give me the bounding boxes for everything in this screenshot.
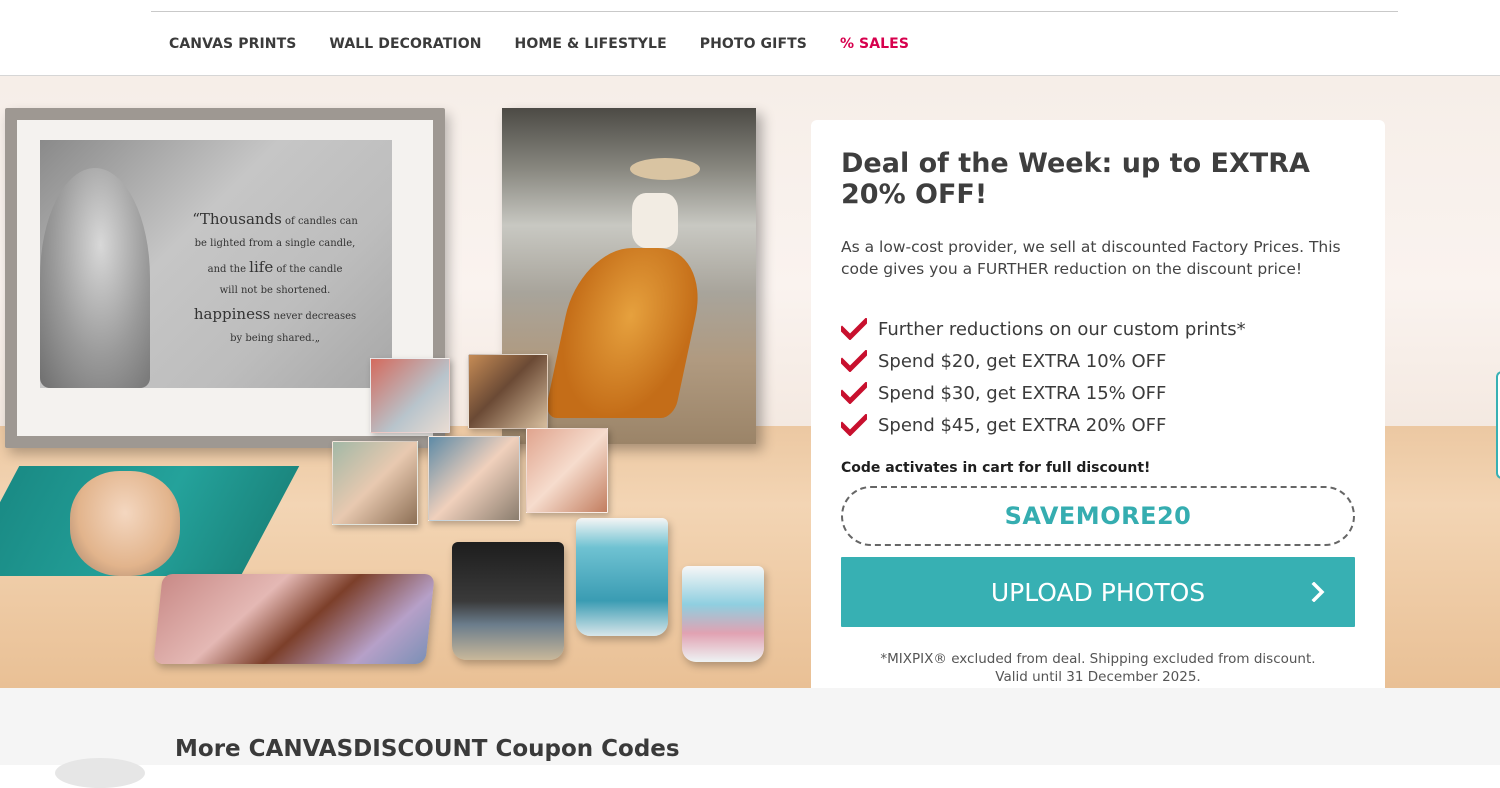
main-nav: CANVAS PRINTS WALL DECORATION HOME & LIF… bbox=[0, 12, 1500, 76]
orange-skirt-image bbox=[543, 248, 711, 418]
magic-mug-image bbox=[452, 542, 564, 660]
quote-text: “Thousands of candles can be lighted fro… bbox=[175, 205, 375, 348]
fine-print-line-1: *MIXPIX® excluded from deal. Shipping ex… bbox=[880, 651, 1316, 667]
benefits-list: Further reductions on our custom prints*… bbox=[841, 313, 1246, 441]
nav-item-sales[interactable]: % SALES bbox=[840, 36, 909, 52]
quote-line-3b: of the candle bbox=[273, 263, 343, 275]
deal-card: Deal of the Week: up to EXTRA 20% OFF! A… bbox=[811, 120, 1385, 716]
quote-line-4: will not be shortened. bbox=[219, 285, 331, 296]
photo-mousepad-image bbox=[153, 574, 435, 664]
nav-item-home-lifestyle[interactable]: HOME & LIFESTYLE bbox=[515, 36, 667, 52]
photo-mug-image bbox=[682, 566, 764, 662]
quote-word-happiness: happiness bbox=[193, 305, 271, 323]
white-top-image bbox=[632, 193, 678, 248]
photo-cube bbox=[428, 436, 520, 521]
checkmark-icon bbox=[841, 382, 867, 404]
photo-mug-image bbox=[576, 518, 668, 636]
quote-line-3a: and the bbox=[207, 263, 250, 275]
checkmark-icon bbox=[841, 318, 867, 340]
upload-photos-label: UPLOAD PHOTOS bbox=[990, 577, 1206, 607]
deal-title: Deal of the Week: up to EXTRA 20% OFF! bbox=[841, 148, 1310, 210]
photo-cube bbox=[332, 441, 418, 525]
chevron-right-icon bbox=[1311, 582, 1325, 602]
quote-line-6: by being shared.„ bbox=[230, 332, 320, 344]
upload-photos-button[interactable]: UPLOAD PHOTOS bbox=[841, 557, 1355, 627]
nav-list: CANVAS PRINTS WALL DECORATION HOME & LIF… bbox=[169, 36, 909, 52]
photo-cube bbox=[468, 354, 548, 429]
sun-hat-image bbox=[630, 158, 700, 180]
benefit-item: Spend $30, get EXTRA 15% OFF bbox=[841, 377, 1246, 409]
nav-item-photo-gifts[interactable]: PHOTO GIFTS bbox=[700, 36, 807, 52]
quote-line-5: never decreases bbox=[270, 311, 357, 322]
photo-cube bbox=[526, 428, 608, 513]
more-coupons-section: More CANVASDISCOUNT Coupon Codes bbox=[0, 688, 1500, 788]
quote-line-2: be lighted from a single candle, bbox=[194, 237, 356, 249]
photo-cube bbox=[370, 358, 450, 433]
buddha-quote-photo: “Thousands of candles can be lighted fro… bbox=[40, 140, 392, 388]
nav-item-wall-decoration[interactable]: WALL DECORATION bbox=[329, 36, 481, 52]
deal-description: As a low-cost provider, we sell at disco… bbox=[841, 238, 1341, 278]
benefit-text: Spend $45, get EXTRA 20% OFF bbox=[878, 414, 1167, 436]
quote-line-1: of candles can bbox=[281, 216, 358, 227]
buddha-statue-image bbox=[40, 168, 150, 388]
benefit-item: Further reductions on our custom prints* bbox=[841, 313, 1246, 345]
side-feedback-tab[interactable] bbox=[1496, 371, 1500, 479]
benefit-text: Spend $30, get EXTRA 15% OFF bbox=[878, 382, 1167, 404]
fine-print-line-2: Valid until 31 December 2025. bbox=[995, 669, 1201, 685]
coupon-code-box[interactable]: SAVEMORE20 bbox=[841, 486, 1355, 546]
store-logo-partial bbox=[55, 758, 145, 788]
benefit-item: Spend $20, get EXTRA 10% OFF bbox=[841, 345, 1246, 377]
benefit-item: Spend $45, get EXTRA 20% OFF bbox=[841, 409, 1246, 441]
more-coupons-title: More CANVASDISCOUNT Coupon Codes bbox=[175, 736, 680, 762]
nav-item-canvas-prints[interactable]: CANVAS PRINTS bbox=[169, 36, 296, 52]
benefit-text: Further reductions on our custom prints* bbox=[878, 318, 1246, 340]
fine-print: *MIXPIX® excluded from deal. Shipping ex… bbox=[841, 650, 1355, 686]
quote-word-thousands: “Thousands bbox=[192, 210, 282, 228]
quote-word-life: life bbox=[249, 257, 274, 276]
code-note: Code activates in cart for full discount… bbox=[841, 460, 1151, 476]
benefit-text: Spend $20, get EXTRA 10% OFF bbox=[878, 350, 1167, 372]
checkmark-icon bbox=[841, 350, 867, 372]
checkmark-icon bbox=[841, 414, 867, 436]
puzzle-child-image bbox=[70, 471, 180, 576]
